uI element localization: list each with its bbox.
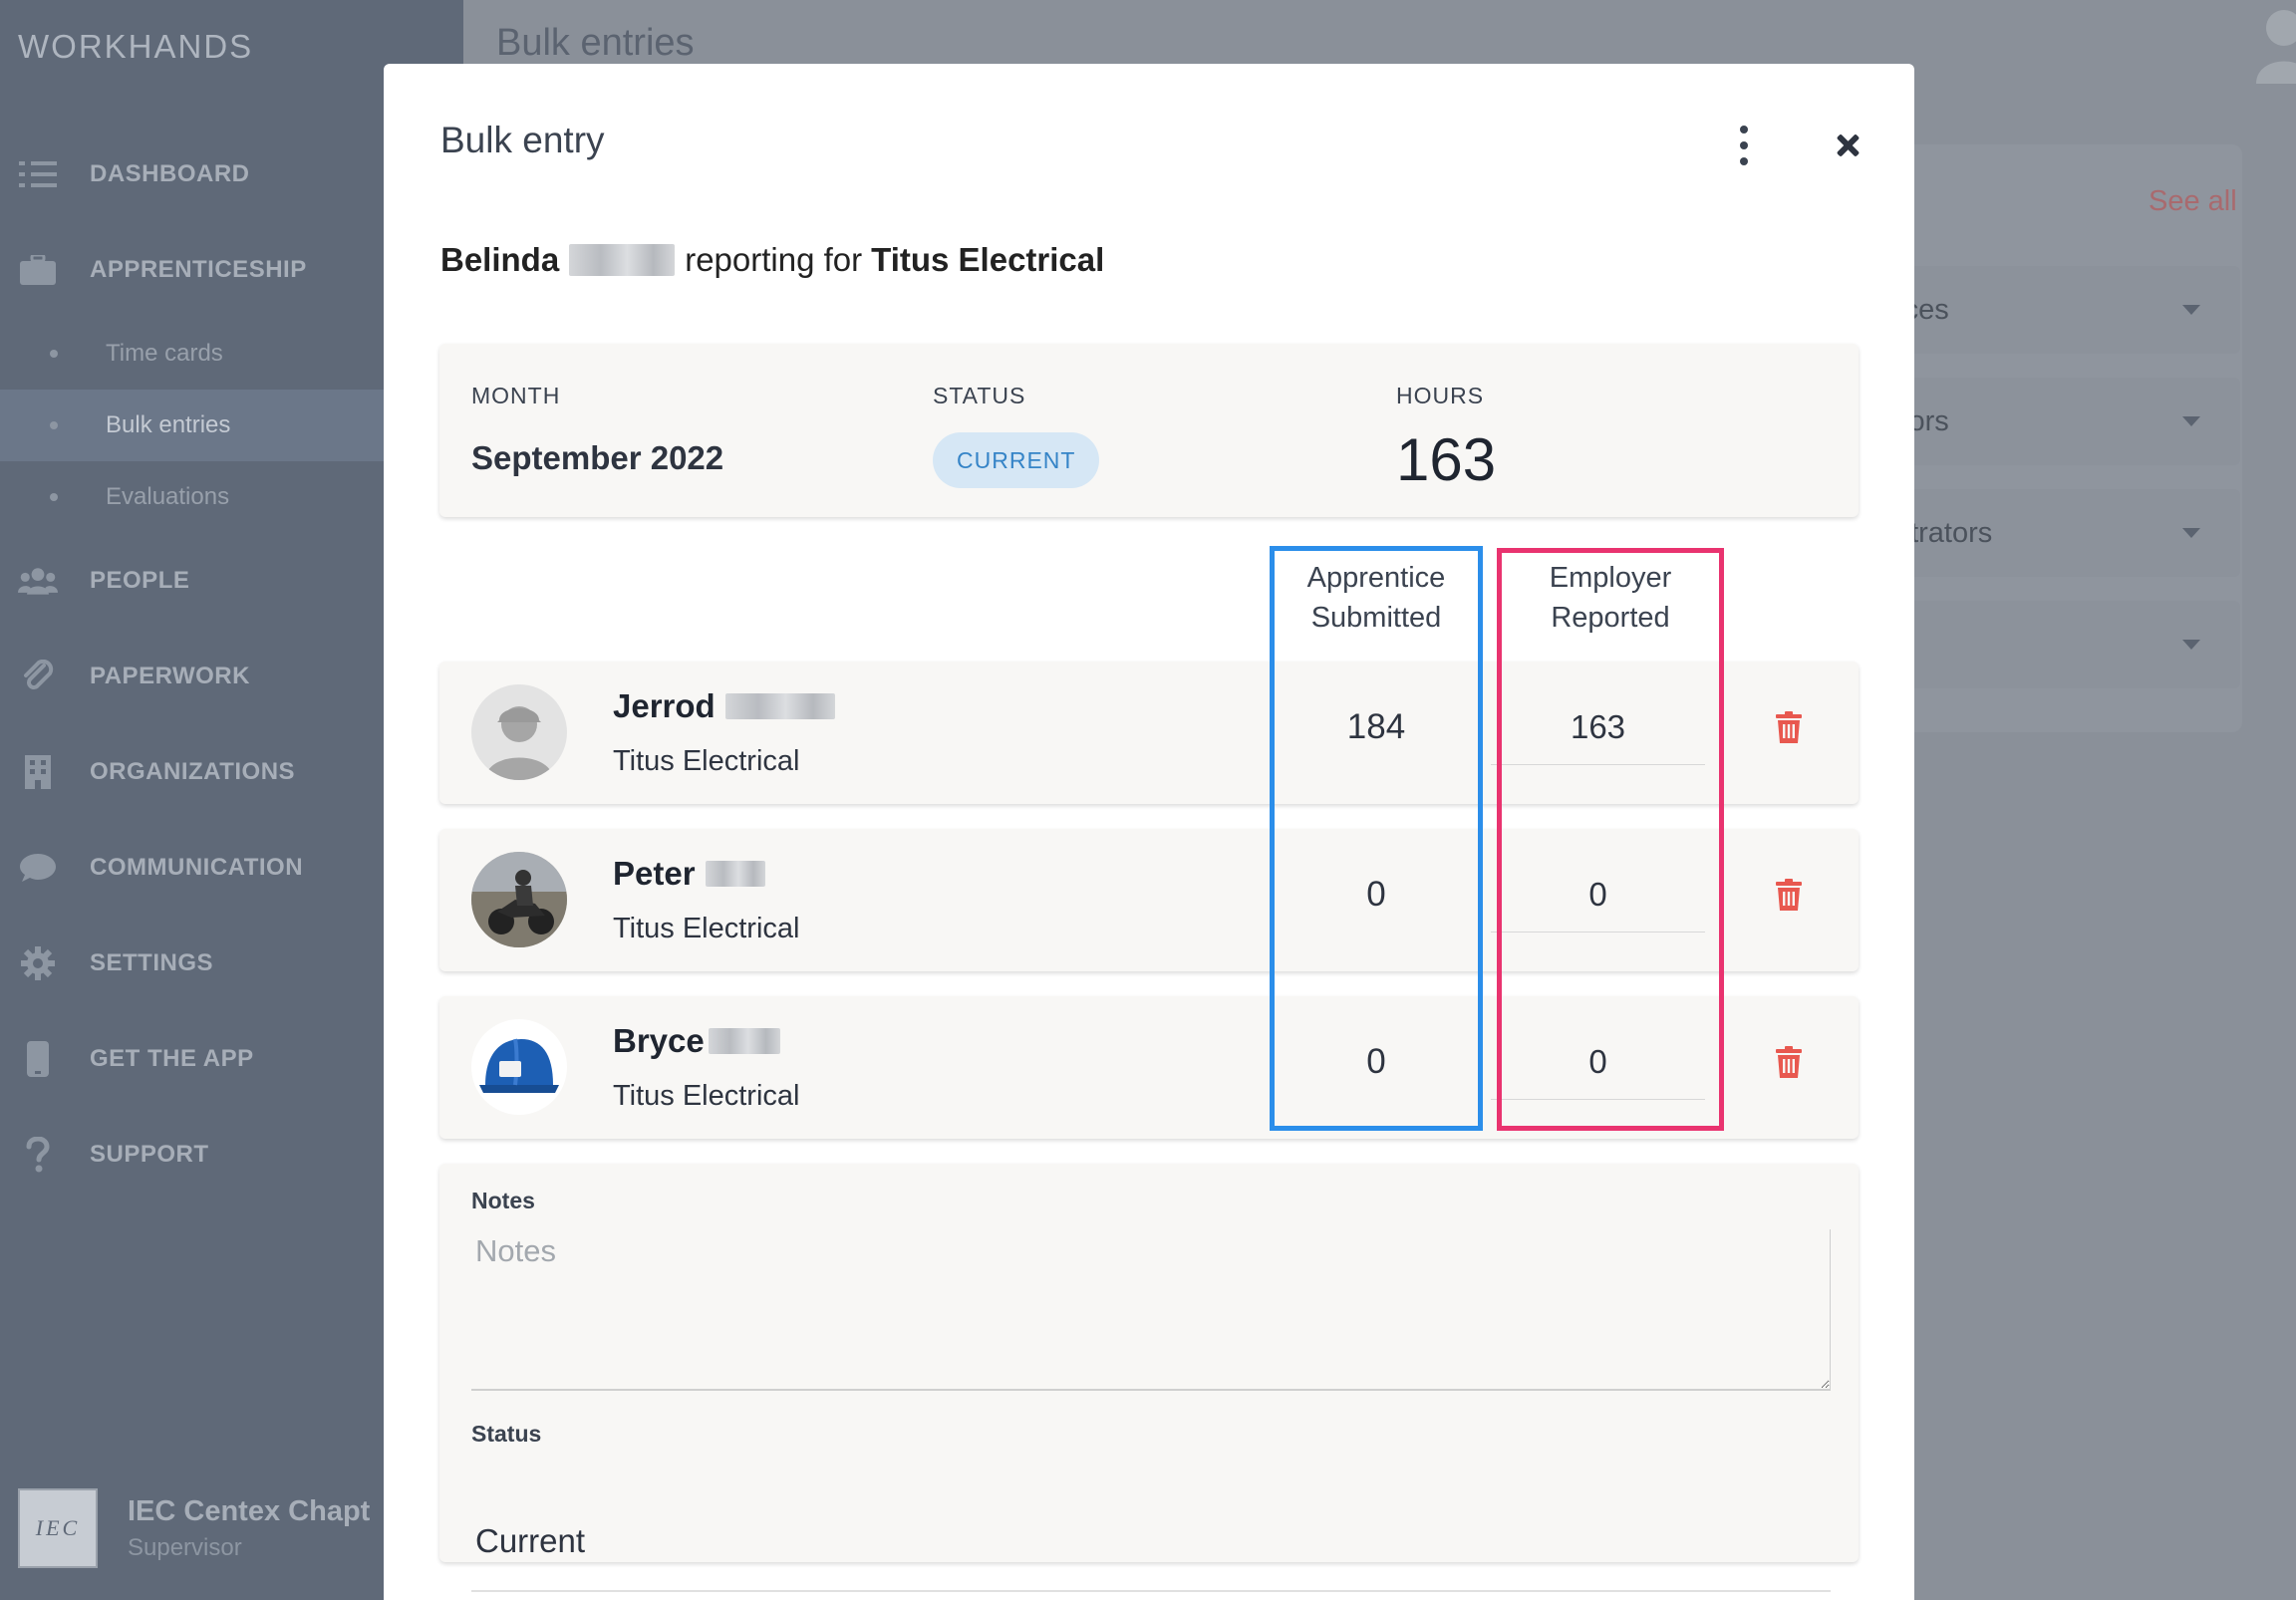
- subnav-label: Evaluations: [106, 483, 230, 510]
- hours-label: HOURS: [1396, 383, 1485, 408]
- status-select-value: Current: [475, 1522, 586, 1559]
- people-icon: [18, 564, 58, 598]
- bullet-dot: [50, 350, 58, 358]
- user-avatar-icon[interactable]: [2242, 0, 2296, 84]
- background-dropdown-row[interactable]: ntices: [1873, 266, 2240, 354]
- nav-label: ORGANIZATIONS: [90, 758, 296, 785]
- employer-column-highlight: [1497, 548, 1724, 1131]
- brand-logo: WORKHANDS: [18, 28, 254, 65]
- apprentice-first-name: Jerrod: [613, 687, 716, 724]
- apprentice-name: Bryce: [613, 1022, 780, 1060]
- org-role: Supervisor: [128, 1533, 242, 1561]
- default-avatar-icon: [471, 684, 567, 780]
- more-options-icon[interactable]: [1734, 126, 1754, 165]
- apprentice-name: Peter: [613, 855, 765, 893]
- caret-down-icon: [2182, 416, 2200, 426]
- reporting-text: reporting for: [685, 241, 863, 278]
- subnav-label: Time cards: [106, 340, 223, 367]
- caret-down-icon: [2182, 305, 2200, 315]
- notes-label: Notes: [471, 1188, 535, 1213]
- status-field-label: Status: [471, 1421, 542, 1447]
- apprentice-org: Titus Electrical: [613, 1080, 800, 1112]
- trash-icon[interactable]: [1776, 879, 1802, 911]
- dashboard-list-icon: [18, 157, 58, 191]
- org-switcher[interactable]: IEC IEC Centex Chapt Supervisor: [18, 1488, 370, 1568]
- subnav-label: Bulk entries: [106, 411, 231, 438]
- reporting-org: Titus Electrical: [871, 241, 1105, 278]
- bullet-dot: [50, 493, 58, 501]
- caret-down-icon: [2182, 528, 2200, 538]
- org-logo: IEC: [18, 1488, 98, 1568]
- apprentice-first-name: Bryce: [613, 1022, 705, 1059]
- org-name: IEC Centex Chapt: [128, 1494, 371, 1527]
- page-title: Bulk entries: [496, 22, 695, 64]
- apprentice-first-name: Peter: [613, 855, 696, 892]
- nav-label: DASHBOARD: [90, 160, 250, 187]
- close-icon[interactable]: [1829, 126, 1868, 165]
- bulk-entry-modal: Bulk entry Belinda reporting for Titus E…: [384, 64, 1914, 1600]
- background-dropdown-row[interactable]: al: [1873, 601, 2240, 688]
- bullet-dot: [50, 421, 58, 429]
- nav-label: SUPPORT: [90, 1141, 209, 1168]
- background-dropdown-row[interactable]: visors: [1873, 378, 2240, 465]
- month-label: MONTH: [471, 383, 561, 408]
- reporting-line: Belinda reporting for Titus Electrical: [440, 241, 1104, 279]
- hardhat-avatar-icon: [471, 1019, 567, 1115]
- background-dropdown-row[interactable]: nistrators: [1873, 489, 2240, 577]
- gear-icon: [18, 946, 58, 980]
- phone-icon: [18, 1041, 58, 1077]
- nav-label: PEOPLE: [90, 567, 190, 594]
- apprentice-name: Jerrod: [613, 687, 835, 725]
- apprentice-org: Titus Electrical: [613, 745, 800, 777]
- question-icon: [18, 1137, 58, 1173]
- redacted-surname: [569, 244, 676, 276]
- nav-label: SETTINGS: [90, 949, 214, 976]
- see-all-link[interactable]: See all: [2149, 185, 2237, 218]
- trash-icon[interactable]: [1776, 711, 1802, 743]
- redacted-surname: [705, 861, 765, 887]
- building-icon: [18, 755, 58, 789]
- reporter-name: Belinda: [440, 241, 560, 278]
- trash-icon[interactable]: [1776, 1046, 1802, 1078]
- status-label: STATUS: [933, 383, 1026, 408]
- apprentice-org: Titus Electrical: [613, 913, 800, 944]
- nav-label: APPRENTICESHIP: [90, 256, 307, 283]
- nav-label: GET THE APP: [90, 1045, 254, 1072]
- notes-textarea[interactable]: [471, 1229, 1831, 1391]
- status-badge: CURRENT: [933, 432, 1100, 488]
- status-select[interactable]: Current: [471, 1522, 1831, 1592]
- caret-down-icon: [2182, 640, 2200, 650]
- summary-card: MONTH STATUS HOURS September 2022 CURREN…: [439, 344, 1859, 517]
- motorcycle-photo-avatar: [471, 852, 567, 947]
- month-value: September 2022: [471, 439, 724, 476]
- redacted-surname: [724, 693, 835, 719]
- modal-title: Bulk entry: [440, 120, 605, 160]
- nav-label: PAPERWORK: [90, 663, 250, 689]
- hours-total: 163: [1396, 426, 1497, 493]
- org-logo-text: IEC: [35, 1515, 81, 1540]
- paperclip-icon: [18, 660, 58, 693]
- briefcase-icon: [18, 253, 58, 287]
- nav-label: COMMUNICATION: [90, 854, 304, 881]
- apprentice-column-highlight: [1270, 546, 1483, 1131]
- redacted-surname: [708, 1028, 780, 1054]
- chat-bubble-icon: [18, 851, 58, 885]
- notes-status-card: Notes Status Current: [439, 1164, 1859, 1592]
